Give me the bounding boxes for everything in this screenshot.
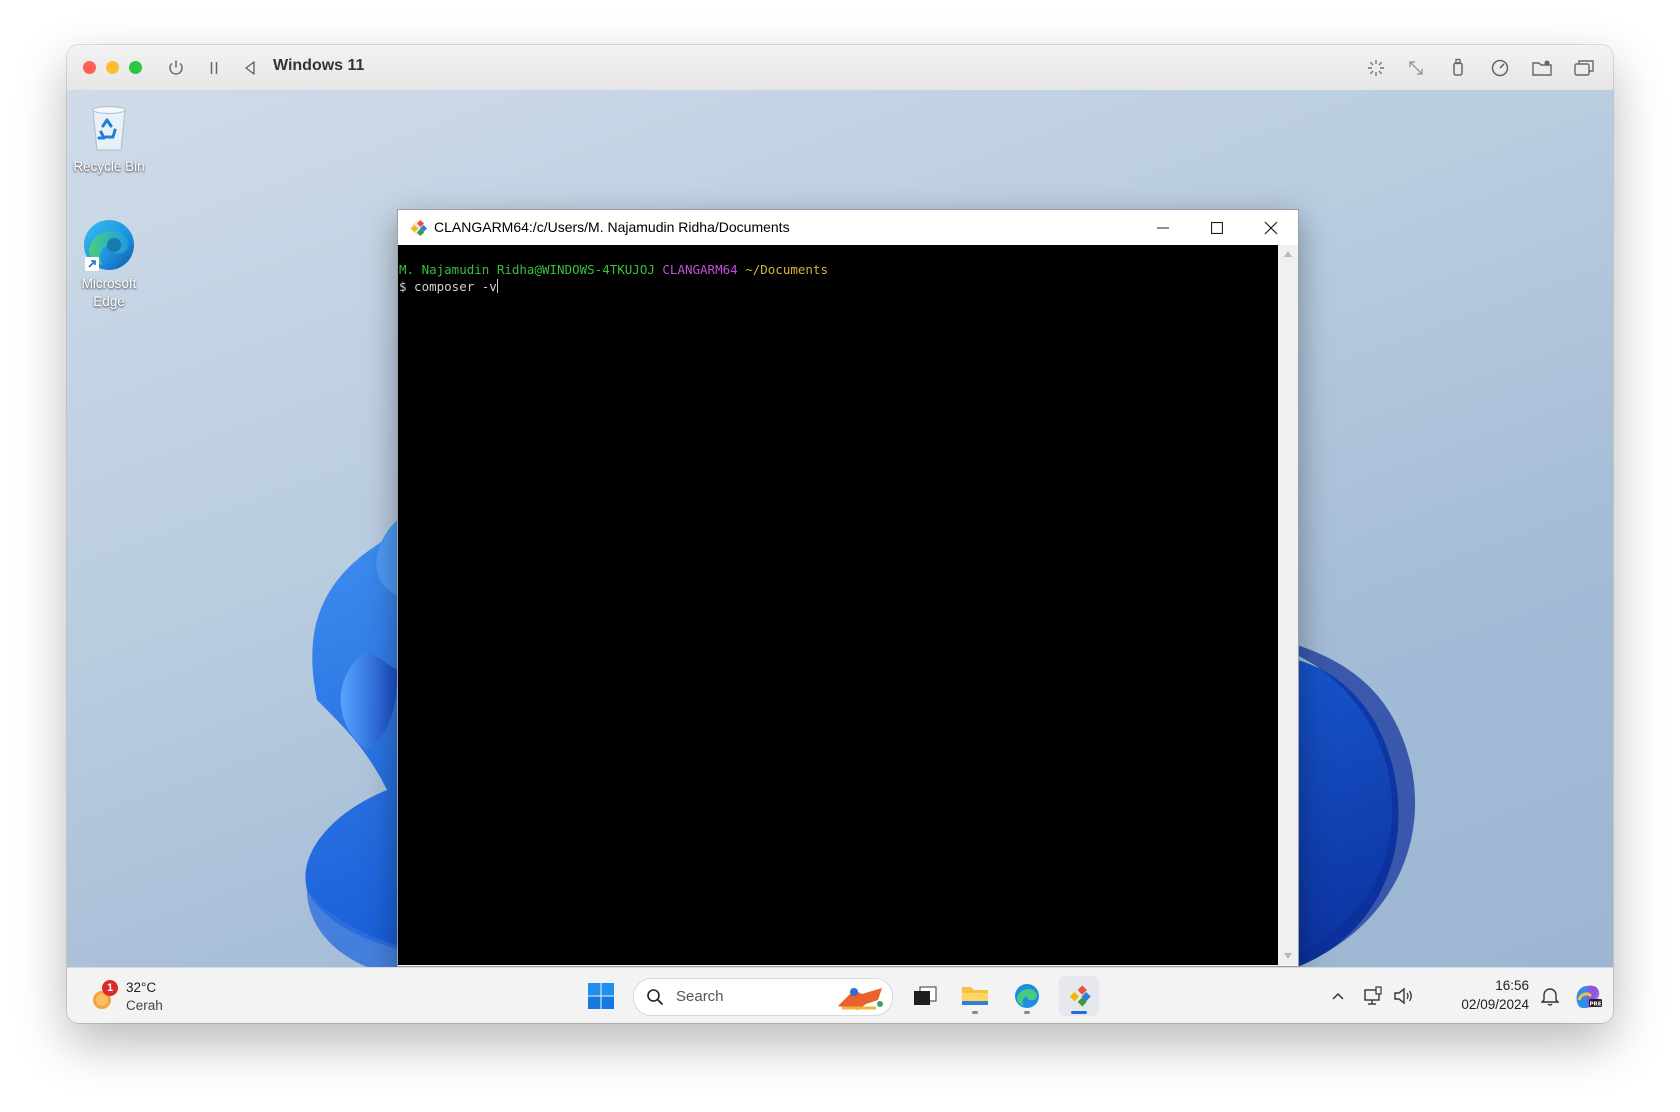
usb-icon[interactable] — [1445, 55, 1471, 81]
edge-taskbar-button[interactable] — [1007, 976, 1047, 1016]
taskbar: 1 32°C Cerah Search 16:56 02/09/2024 PRE — [67, 967, 1613, 1023]
bell-icon[interactable] — [1536, 976, 1564, 1016]
git-bash-icon — [1067, 984, 1091, 1008]
desktop-icon-recycle-bin[interactable]: Recycle Bin — [67, 102, 154, 176]
terminal-title: CLANGARM64:/c/Users/M. Najamudin Ridha/D… — [434, 219, 790, 235]
terminal-output[interactable]: M. Najamudin Ridha@WINDOWS-4TKUJOJ CLANG… — [398, 245, 1278, 965]
vm-window: Windows 11 Recycle Bin Microsoft Edge CL… — [67, 45, 1613, 1023]
brightness-icon[interactable] — [1363, 55, 1389, 81]
weather-widget[interactable]: 1 32°C Cerah — [87, 974, 197, 1018]
close-button[interactable] — [1244, 210, 1298, 245]
terminal-prompt-line: M. Najamudin Ridha@WINDOWS-4TKUJOJ CLANG… — [399, 262, 828, 277]
close-window-button[interactable] — [83, 61, 96, 74]
text-cursor — [496, 279, 498, 293]
search-icon — [646, 988, 664, 1006]
file-explorer-button[interactable] — [955, 976, 995, 1016]
prompt-env: CLANGARM64 — [662, 262, 738, 277]
task-view-button[interactable] — [905, 976, 945, 1016]
running-indicator — [972, 1011, 978, 1014]
taskbar-search[interactable]: Search — [633, 978, 893, 1016]
taskbar-clock[interactable]: 16:56 02/09/2024 — [1429, 976, 1529, 1016]
command-text: $ composer -v — [399, 279, 497, 294]
chevron-up-icon[interactable] — [1324, 976, 1352, 1016]
folder-icon — [962, 987, 988, 1005]
edge-label-line1: Microsoft — [81, 276, 137, 291]
minimize-window-button[interactable] — [106, 61, 119, 74]
copilot-icon[interactable]: PRE — [1571, 976, 1605, 1016]
edge-icon — [81, 217, 137, 273]
weather-temp: 32°C — [126, 980, 157, 995]
desktop: Recycle Bin Microsoft Edge CLANGARM64:/c… — [67, 90, 1613, 967]
maximize-button[interactable] — [1190, 210, 1244, 245]
recycle-bin-icon — [85, 102, 133, 154]
vertical-scrollbar[interactable] — [1279, 245, 1298, 965]
prompt-path: ~/Documents — [745, 262, 828, 277]
vm-title: Windows 11 — [273, 57, 365, 74]
terminal-command-line[interactable]: $ composer -v — [399, 279, 498, 294]
vm-toolbar: Windows 11 — [67, 45, 1613, 91]
running-indicator — [1024, 1011, 1030, 1014]
minimize-button[interactable] — [1136, 210, 1190, 245]
weather-condition: Cerah — [126, 998, 163, 1013]
start-button[interactable] — [581, 976, 621, 1016]
pause-icon[interactable] — [201, 55, 227, 81]
terminal-titlebar[interactable]: CLANGARM64:/c/Users/M. Najamudin Ridha/D… — [398, 210, 1298, 245]
svg-text:PRE: PRE — [1589, 1002, 1601, 1008]
shared-folder-icon[interactable] — [1529, 55, 1555, 81]
search-placeholder: Search — [676, 988, 724, 1005]
weather-badge: 1 — [102, 980, 118, 996]
volume-icon[interactable] — [1389, 976, 1417, 1016]
resize-icon[interactable] — [1403, 55, 1429, 81]
scroll-down-arrow-icon[interactable] — [1284, 953, 1292, 959]
windows-logo-icon — [588, 983, 614, 1009]
scroll-up-arrow-icon[interactable] — [1284, 251, 1292, 257]
edge-label-line2: Edge — [93, 294, 125, 309]
search-highlight-icon — [832, 982, 888, 1012]
back-icon[interactable] — [237, 55, 263, 81]
fullscreen-window-button[interactable] — [129, 61, 142, 74]
edge-taskbar-icon — [1015, 984, 1039, 1008]
gauge-icon[interactable] — [1487, 55, 1513, 81]
task-view-icon — [914, 986, 937, 1005]
power-icon[interactable] — [163, 55, 189, 81]
clock-date: 02/09/2024 — [1461, 997, 1529, 1012]
active-indicator — [1071, 1011, 1087, 1014]
prompt-user-host: M. Najamudin Ridha@WINDOWS-4TKUJOJ — [399, 262, 655, 277]
windows-icon[interactable] — [1571, 55, 1597, 81]
shortcut-arrow-icon — [85, 257, 99, 271]
recycle-bin-label: Recycle Bin — [73, 159, 145, 174]
network-icon[interactable] — [1359, 976, 1387, 1016]
clock-time: 16:56 — [1495, 978, 1529, 993]
git-icon — [408, 218, 428, 238]
desktop-icon-microsoft-edge[interactable]: Microsoft Edge — [67, 217, 154, 311]
git-bash-taskbar-button[interactable] — [1059, 976, 1099, 1016]
terminal-window[interactable]: CLANGARM64:/c/Users/M. Najamudin Ridha/D… — [397, 209, 1299, 967]
